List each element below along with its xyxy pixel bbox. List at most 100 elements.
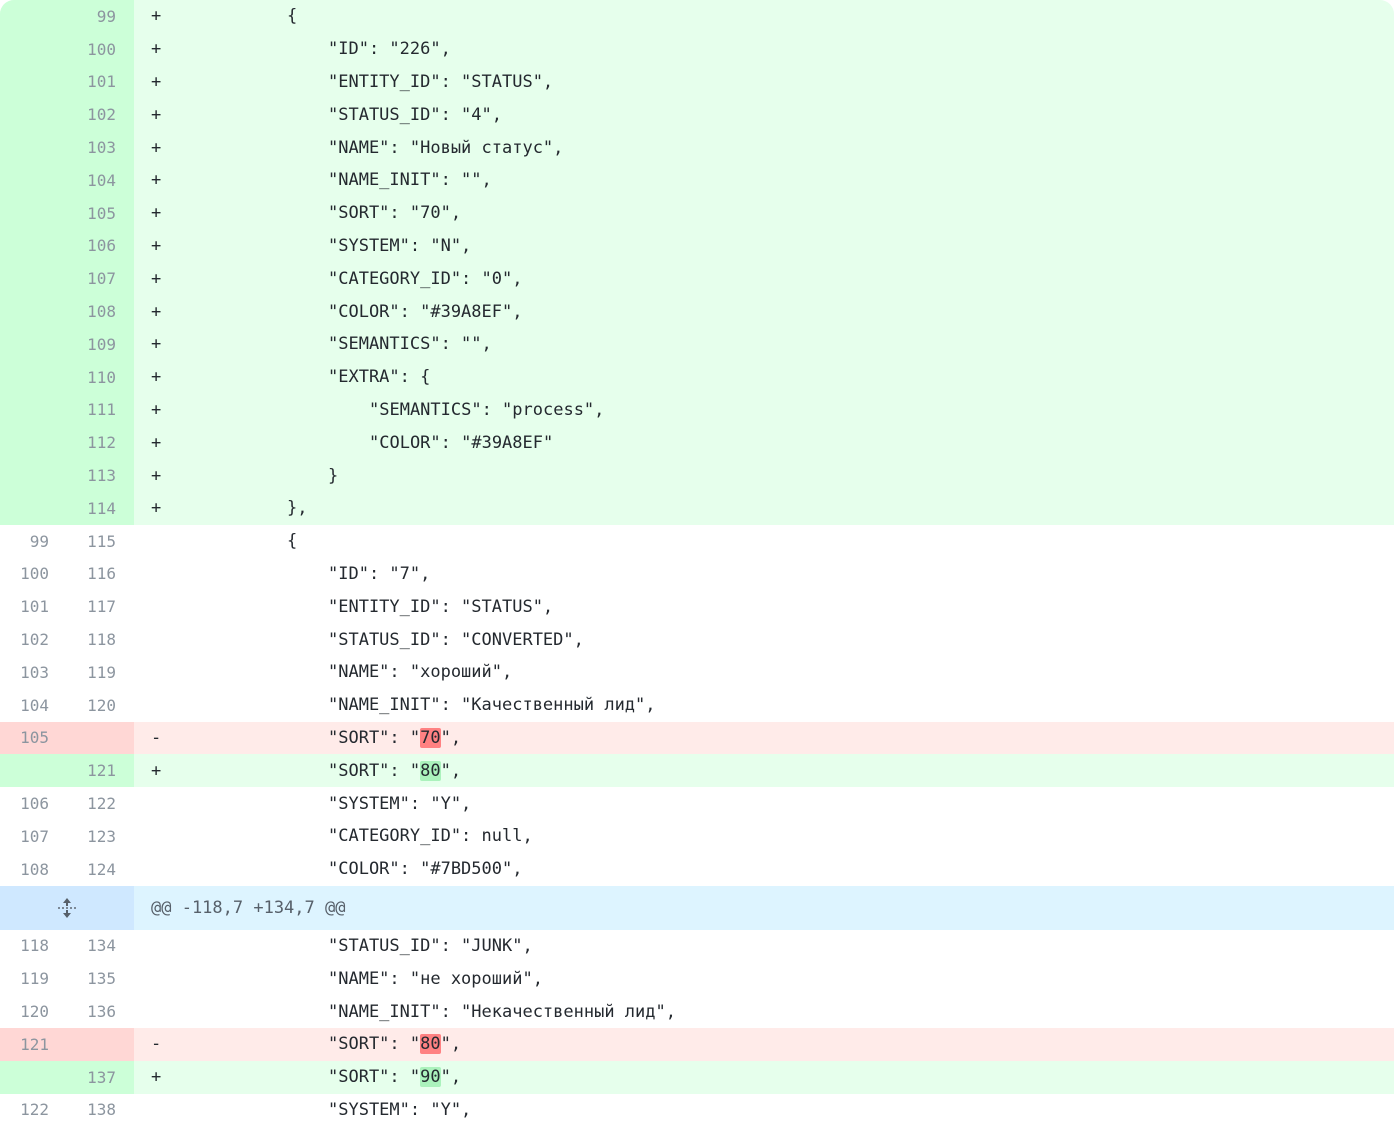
- old-line-number[interactable]: 122: [0, 1094, 67, 1126]
- new-line-number[interactable]: 115: [67, 525, 134, 558]
- old-line-number[interactable]: [0, 0, 67, 33]
- new-line-number[interactable]: 112: [67, 426, 134, 460]
- new-line-number[interactable]: 138: [67, 1094, 134, 1126]
- code-line: "SORT": " 80 ",: [164, 1028, 1394, 1061]
- diff-sign: +: [151, 399, 162, 420]
- old-line-number[interactable]: 102: [0, 623, 67, 656]
- code-text: "SYSTEM": "N",: [328, 235, 472, 256]
- context-line: 119 135 "NAME": "не хороший",: [0, 962, 1394, 996]
- code-text-tail: ",: [440, 1034, 462, 1055]
- old-line-number[interactable]: [0, 65, 67, 99]
- old-line-number[interactable]: [0, 754, 67, 788]
- new-line-number[interactable]: 116: [67, 558, 134, 591]
- code-text: "SORT": "70",: [328, 203, 462, 224]
- old-line-number[interactable]: 104: [0, 689, 67, 722]
- old-line-number[interactable]: [0, 32, 67, 66]
- new-line-number[interactable]: [67, 721, 134, 755]
- new-line-number[interactable]: 124: [67, 853, 134, 886]
- new-line-number[interactable]: 113: [67, 459, 134, 492]
- hunk-gutter[interactable]: [0, 885, 134, 930]
- old-line-number[interactable]: 119: [0, 962, 67, 995]
- old-line-number[interactable]: 118: [0, 930, 67, 963]
- old-line-number[interactable]: [0, 295, 67, 328]
- old-line-number[interactable]: 105: [0, 721, 67, 755]
- old-line-number[interactable]: 100: [0, 558, 67, 591]
- old-line-number[interactable]: [0, 360, 67, 394]
- new-line-number[interactable]: 117: [67, 590, 134, 623]
- old-line-number[interactable]: [0, 393, 67, 427]
- new-line-number[interactable]: 100: [67, 32, 134, 66]
- diff-sign: +: [151, 498, 162, 519]
- old-line-number[interactable]: 101: [0, 590, 67, 623]
- diff-sign: [134, 995, 164, 1028]
- old-line-number[interactable]: [0, 426, 67, 460]
- new-line-number[interactable]: 107: [67, 262, 134, 296]
- diff-sign: +: [151, 104, 162, 125]
- old-line-number[interactable]: [0, 229, 67, 263]
- new-line-number[interactable]: 109: [67, 327, 134, 361]
- code-line: "ENTITY_ID": "STATUS",: [164, 66, 1394, 99]
- code-text-tail: ",: [440, 760, 462, 781]
- old-line-number[interactable]: 99: [0, 525, 67, 558]
- removed-token: 70: [420, 727, 441, 748]
- code-text: "NAME_INIT": "Некачественный лид",: [328, 1001, 676, 1022]
- new-line-number[interactable]: 114: [67, 491, 134, 525]
- new-line-number[interactable]: 136: [67, 995, 134, 1028]
- new-line-number[interactable]: 121: [67, 754, 134, 788]
- old-line-number[interactable]: 106: [0, 787, 67, 820]
- old-line-number[interactable]: [0, 196, 67, 230]
- code-text: "COLOR": "#39A8EF",: [328, 301, 523, 322]
- new-line-number[interactable]: 111: [67, 393, 134, 427]
- new-line-number[interactable]: 135: [67, 962, 134, 995]
- diff-block-1: 99 + {100 + "ID": "226", 101 + "ENTITY_ID": "ST…: [0, 0, 1394, 886]
- old-line-number[interactable]: [0, 262, 67, 296]
- new-line-number[interactable]: 104: [67, 163, 134, 197]
- new-line-number[interactable]: 118: [67, 623, 134, 656]
- old-line-number[interactable]: [0, 131, 67, 164]
- old-line-number[interactable]: [0, 98, 67, 132]
- old-line-number[interactable]: 103: [0, 656, 67, 689]
- diff-sign: +: [151, 367, 162, 388]
- old-line-number[interactable]: [0, 491, 67, 525]
- diff-sign: +: [151, 170, 162, 191]
- new-line-number[interactable]: 134: [67, 930, 134, 963]
- new-line-number[interactable]: 123: [67, 820, 134, 853]
- code-line: "NAME": "Новый статус",: [164, 131, 1394, 164]
- new-line-number[interactable]: 137: [67, 1060, 134, 1094]
- code-line: "NAME": "хороший",: [164, 656, 1394, 689]
- old-line-number[interactable]: 120: [0, 995, 67, 1028]
- new-line-number[interactable]: 99: [67, 0, 134, 33]
- old-line-number[interactable]: [0, 163, 67, 197]
- code-text: },: [287, 498, 308, 519]
- old-line-number[interactable]: [0, 327, 67, 361]
- new-line-number[interactable]: 108: [67, 295, 134, 328]
- diff-sign: +: [151, 301, 162, 322]
- old-line-number[interactable]: [0, 459, 67, 492]
- code-text: "COLOR": "#39A8EF": [369, 432, 554, 453]
- old-line-number[interactable]: 107: [0, 820, 67, 853]
- new-line-number[interactable]: 101: [67, 65, 134, 99]
- code-line: "EXTRA": {: [164, 361, 1394, 394]
- diff-sign: +: [151, 760, 162, 781]
- code-line: "NAME_INIT": "",: [164, 164, 1394, 197]
- new-line-number[interactable]: 102: [67, 98, 134, 132]
- new-line-number[interactable]: 119: [67, 656, 134, 689]
- old-line-number[interactable]: [0, 1060, 67, 1094]
- new-line-number[interactable]: 122: [67, 787, 134, 820]
- new-line-number[interactable]: 120: [67, 689, 134, 722]
- expand-icon[interactable]: [55, 896, 79, 920]
- new-line-number[interactable]: 105: [67, 196, 134, 230]
- new-line-number[interactable]: 110: [67, 360, 134, 394]
- new-line-number[interactable]: [67, 1027, 134, 1061]
- diff-sign: [134, 656, 164, 689]
- new-line-number[interactable]: 106: [67, 229, 134, 263]
- hunk-header[interactable]: @@ -118,7 +134,7 @@: [0, 885, 1394, 930]
- diff-sign: [134, 525, 164, 558]
- old-line-number[interactable]: 108: [0, 853, 67, 886]
- diff-sign: +: [151, 432, 162, 453]
- code-line: "ID": "226",: [164, 33, 1394, 66]
- new-line-number[interactable]: 103: [67, 131, 134, 164]
- added-line: 137 + "SORT": " 90 ",: [0, 1060, 1394, 1094]
- diff-sign: [134, 787, 164, 820]
- old-line-number[interactable]: 121: [0, 1027, 67, 1061]
